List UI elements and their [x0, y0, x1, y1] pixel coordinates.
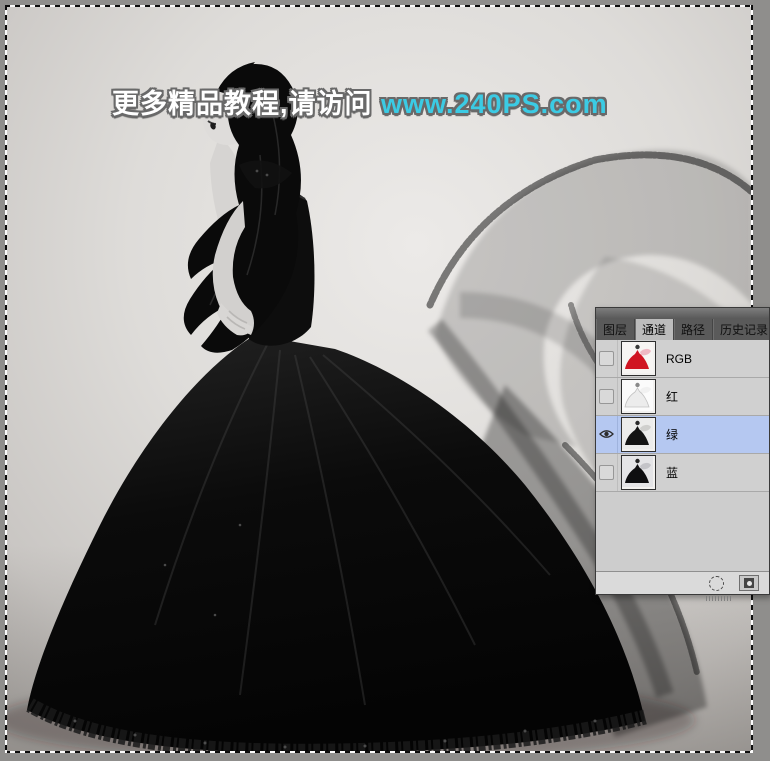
visibility-toggle[interactable] [596, 454, 618, 491]
channel-label: 红 [666, 390, 679, 404]
tab-history[interactable]: 历史记录 [713, 319, 770, 340]
visibility-empty-box [599, 389, 614, 404]
panel-footer [596, 571, 769, 594]
panel-tab-bar: 图层 通道 路径 历史记录 [596, 319, 769, 340]
tab-channels[interactable]: 通道 [635, 319, 675, 340]
visibility-empty-box [599, 465, 614, 480]
selection-marching-ants-bottom [5, 751, 753, 753]
channel-label: 蓝 [666, 466, 679, 480]
selection-marching-ants-left [5, 5, 7, 753]
visibility-toggle[interactable] [596, 340, 618, 377]
channel-row-green[interactable]: 绿 [596, 416, 769, 454]
selection-marching-ants-top [5, 5, 753, 7]
load-channel-as-selection-icon[interactable] [709, 576, 724, 591]
watermark-text: 更多精品教程,请访问 www.240PS.com [112, 82, 608, 121]
watermark-url: www.240PS.com [381, 89, 608, 119]
channel-list: RGB 红 绿 蓝 [596, 340, 769, 492]
watermark-prefix: 更多精品教程,请访问 [112, 89, 382, 119]
panel-drag-bar[interactable] [596, 308, 769, 319]
channel-thumbnail-green[interactable] [621, 417, 656, 452]
channel-row-red[interactable]: 红 [596, 378, 769, 416]
channels-panel: 图层 通道 路径 历史记录 RGB 红 绿 蓝 [595, 307, 770, 595]
panel-empty-area [596, 492, 769, 571]
panel-resize-grip[interactable] [706, 596, 732, 601]
visibility-empty-box [599, 351, 614, 366]
visibility-toggle[interactable] [596, 416, 618, 453]
channel-thumbnail-blue[interactable] [621, 455, 656, 490]
eye-icon [599, 428, 614, 442]
tab-paths[interactable]: 路径 [674, 319, 714, 340]
channel-row-rgb[interactable]: RGB [596, 340, 769, 378]
channel-label: RGB [666, 351, 693, 366]
channel-thumbnail-rgb[interactable] [621, 341, 656, 376]
channel-row-blue[interactable]: 蓝 [596, 454, 769, 492]
channel-thumbnail-red[interactable] [621, 379, 656, 414]
channel-label: 绿 [666, 428, 679, 442]
tab-layers[interactable]: 图层 [596, 319, 636, 340]
panel-options-button-icon[interactable] [739, 575, 759, 591]
visibility-toggle[interactable] [596, 378, 618, 415]
